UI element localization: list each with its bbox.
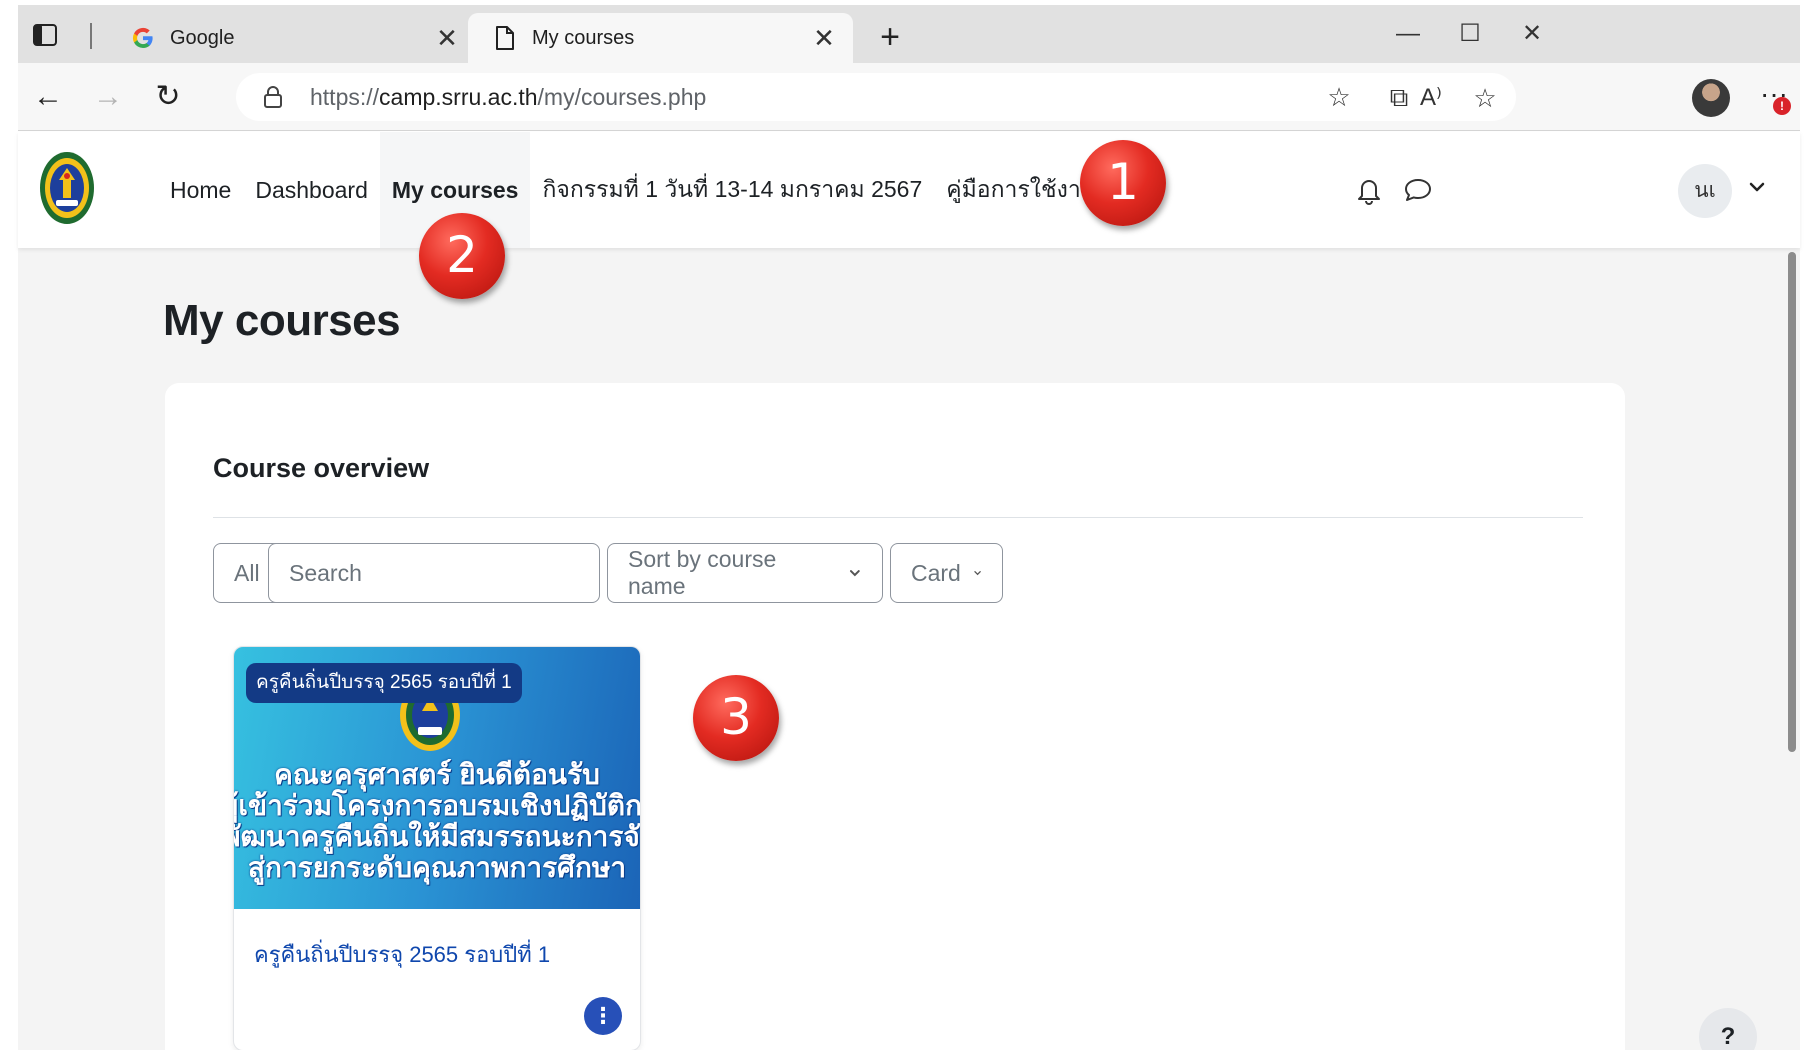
close-window-icon[interactable]: ✕ <box>1512 19 1552 49</box>
nav-dashboard[interactable]: Dashboard <box>243 132 380 248</box>
tab-actions-icon[interactable] <box>32 23 58 47</box>
nav-home[interactable]: Home <box>158 132 243 248</box>
course-overview-panel: Course overview All Sort by course name … <box>165 383 1625 1050</box>
chevron-down-icon[interactable] <box>1746 176 1768 198</box>
reload-icon[interactable]: ↻ <box>150 79 186 115</box>
callout-2: 2 <box>419 213 505 299</box>
help-button[interactable]: ? <box>1699 1008 1757 1050</box>
course-image-text: คณะครุศาสตร์ ยินดีต้อนรับ ผู้เข้าร่วมโคร… <box>234 759 641 883</box>
tab-strip: Google ✕ My courses ✕ + — ☐ ✕ <box>18 5 1800 63</box>
course-image-line: สู่การยกระดับคุณภาพการศึกษา <box>247 852 627 883</box>
notification-badge: ! <box>1773 97 1791 115</box>
callout-3: 3 <box>693 675 779 761</box>
read-aloud-icon[interactable]: A⁾ <box>1414 81 1448 115</box>
course-actions-button[interactable]: ⋮ <box>584 997 622 1035</box>
user-avatar[interactable]: นเ <box>1678 164 1732 218</box>
page-scrollbar[interactable] <box>1786 252 1798 1050</box>
tab-label: My courses <box>532 26 635 49</box>
nav-activity-1[interactable]: กิจกรรมที่ 1 วันที่ 13-14 มกราคม 2567 <box>530 132 934 248</box>
google-icon <box>130 25 156 51</box>
course-category-badge: ครูคืนถิ่นปีบรรจุ 2565 รอบปีที่ 1 <box>246 663 522 703</box>
callout-1: 1 <box>1080 140 1166 226</box>
lock-icon[interactable] <box>262 85 286 109</box>
new-tab-button[interactable]: + <box>875 20 905 54</box>
search-input[interactable] <box>268 543 600 603</box>
grouping-value: All <box>234 559 260 586</box>
page-title: My courses <box>163 296 401 345</box>
chevron-down-icon <box>850 570 861 577</box>
course-image[interactable]: ครูคืนถิ่นปีบรรจุ 2565 รอบปีที่ 1 คณะครุ… <box>234 647 641 909</box>
course-name-link[interactable]: ครูคืนถิ่นปีบรรจุ 2565 รอบปีที่ 1 <box>254 937 550 972</box>
page-icon <box>492 25 518 51</box>
tab-separator <box>90 23 92 49</box>
url-path: /my/courses.php <box>537 83 707 110</box>
sort-dropdown[interactable]: Sort by course name <box>607 543 883 603</box>
close-tab-icon[interactable]: ✕ <box>432 23 462 53</box>
panel-heading: Course overview <box>213 453 430 483</box>
url-text[interactable]: https://camp.srru.ac.th/my/courses.php <box>310 84 706 111</box>
forward-icon[interactable]: → <box>90 79 126 115</box>
tab-label: Google <box>170 26 235 49</box>
scrollbar-thumb[interactable] <box>1788 252 1796 752</box>
course-image-line: คณะครุศาสตร์ ยินดีต้อนรับ <box>274 759 600 790</box>
page-content: My courses Course overview All Sort by c… <box>18 248 1800 1050</box>
view-value: Card <box>911 559 961 586</box>
course-image-line: พัฒนาครูคืนถิ่นให้มีสมรรถนะการจัดการ <box>234 821 640 852</box>
url-protocol: https:// <box>310 83 380 110</box>
chevron-down-icon <box>974 571 981 576</box>
divider <box>213 517 1583 518</box>
browser-window: Google ✕ My courses ✕ + — ☐ ✕ ← → ↻ http… <box>18 5 1800 1050</box>
view-dropdown[interactable]: Card <box>890 543 1003 603</box>
profile-avatar[interactable] <box>1692 79 1730 117</box>
favorites-icon[interactable]: ☆ <box>1320 78 1358 116</box>
messages-icon[interactable] <box>1402 174 1434 206</box>
minimize-icon[interactable]: — <box>1388 19 1428 49</box>
add-favorite-icon[interactable]: ☆ <box>1468 81 1502 115</box>
primary-navigation: Home Dashboard My courses กิจกรรมที่ 1 ว… <box>158 132 1109 248</box>
tab-google[interactable]: Google ✕ <box>106 13 476 63</box>
collections-icon[interactable]: ⧉ <box>1380 78 1418 116</box>
sort-value: Sort by course name <box>628 546 777 599</box>
notifications-bell-icon[interactable] <box>1354 174 1386 206</box>
back-icon[interactable]: ← <box>30 79 66 115</box>
course-card[interactable]: ครูคืนถิ่นปีบรรจุ 2565 รอบปีที่ 1 คณะครุ… <box>233 646 641 1050</box>
course-image-line: ผู้เข้าร่วมโครงการอบรมเชิงปฏิบัติการ <box>234 790 641 821</box>
tab-my-courses[interactable]: My courses ✕ <box>468 13 853 63</box>
address-toolbar: ← → ↻ https://camp.srru.ac.th/my/courses… <box>18 63 1800 131</box>
university-logo[interactable] <box>38 150 96 226</box>
maximize-icon[interactable]: ☐ <box>1450 19 1490 49</box>
url-host: camp.srru.ac.th <box>379 83 538 110</box>
close-tab-icon[interactable]: ✕ <box>809 23 839 53</box>
site-navbar: Home Dashboard My courses กิจกรรมที่ 1 ว… <box>18 132 1800 248</box>
